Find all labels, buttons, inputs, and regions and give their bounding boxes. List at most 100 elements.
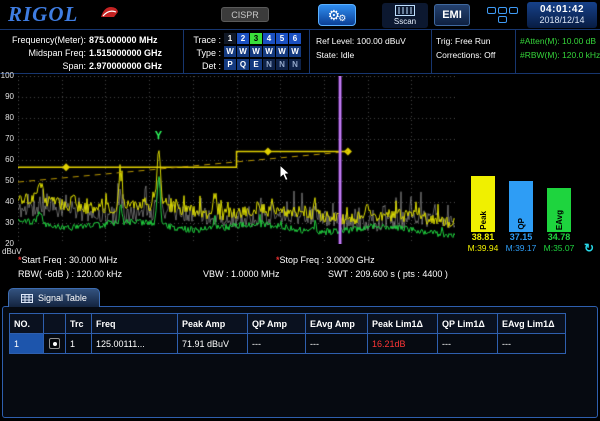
det-chips: PQENNN [224, 56, 302, 73]
meter-max-value: M:39.17 [506, 243, 537, 254]
table-icon [21, 294, 33, 303]
y-axis: 1009080706050403020 [0, 76, 16, 244]
atten-text: #Atten(M): 10.00 dB [520, 34, 600, 48]
signal-cell: 1 [66, 334, 92, 354]
rbw-readout: RBW( -6dB ) : 120.00 kHz [18, 269, 122, 279]
meter-bar-label: Peak [479, 211, 488, 230]
spectrum-display[interactable] [18, 76, 455, 244]
stop-freq-readout: *Stop Freq : 3.0000 GHz [276, 255, 375, 265]
frequency-meter-value: 875.000000 MHz [89, 35, 158, 45]
signal-cell: 125.00111... [92, 334, 178, 354]
trace-chip-n[interactable]: N [263, 59, 275, 70]
midspan-freq-row: Midspan Freq:1.515000000 GHz [0, 45, 183, 58]
signal-table-header: Peak Amp [178, 314, 248, 334]
signal-table-header: Trc [66, 314, 92, 334]
settings-button[interactable]: ⚙⚙ [318, 4, 356, 26]
midspan-freq-value: 1.515000000 GHz [89, 48, 162, 58]
signal-table-tab[interactable]: Signal Table [8, 288, 100, 307]
layout-squares-icon [498, 16, 507, 23]
trace-chip-q[interactable]: Q [237, 59, 249, 70]
layout-squares-icon [509, 7, 518, 14]
y-axis-tick: 80 [5, 114, 14, 122]
signal-table: NO. TrcFreqPeak AmpQP AmpEAvg AmpPeak Lim… [9, 313, 566, 354]
checkbox-dot [53, 342, 57, 346]
rigol-logo: RIGOL [8, 2, 78, 27]
signal-cell: 1 [10, 334, 44, 354]
signal-table-title: Signal Table [38, 293, 87, 303]
trace-chip-e[interactable]: E [250, 59, 262, 70]
ref-level-text: Ref Level: 100.00 dBuV [316, 34, 431, 48]
frequency-meter-row: Frequency(Meter):875.000000 MHz [0, 32, 183, 45]
bandwidth-status-panel: #Atten(M): 10.00 dB #RBW(M): 120.0 kHz [516, 30, 600, 73]
signal-table-header: EAvg Lim1Δ [498, 314, 566, 334]
trace-chip-p[interactable]: P [224, 59, 236, 70]
signal-cell: --- [498, 334, 566, 354]
signal-cell[interactable] [44, 334, 66, 354]
signal-cell: 16.21dB [368, 334, 438, 354]
scan-bars-icon [395, 5, 415, 16]
signal-table-header: QP Amp [248, 314, 306, 334]
level-status-panel: Ref Level: 100.00 dBuV State: Idle [310, 30, 432, 73]
meter-bar-label: EAvg [555, 210, 564, 230]
row-select-checkbox[interactable] [49, 338, 60, 349]
stop-freq-text: Stop Freq : 3.0000 GHz [280, 255, 375, 265]
meter-bars: Peak 38.81M:39.94 QP 37.15M:39.17 EAvg 34.78M… [458, 76, 586, 254]
signal-cell: --- [438, 334, 498, 354]
y-axis-tick: 70 [5, 135, 14, 143]
date-text: 2018/12/14 [527, 15, 597, 25]
layout-squares-icon [487, 7, 496, 14]
meter-value: 37.15 [510, 232, 533, 243]
trig-text: Trig: Free Run [436, 34, 515, 48]
cispr-button[interactable]: CISPR [221, 7, 269, 22]
meter-value: 38.81 [472, 232, 495, 243]
meter-column: EAvg 34.78M:35.07 [542, 76, 576, 254]
start-freq-text: Start Freq : 30.000 MHz [22, 255, 118, 265]
refresh-icon[interactable]: ↻ [584, 241, 594, 255]
rbw-m-text: #RBW(M): 120.0 kHz [520, 48, 600, 62]
emi-mode-button[interactable]: EMI [434, 4, 470, 26]
signal-cell: --- [306, 334, 368, 354]
clock-display: 04:01:42 2018/12/14 [527, 2, 597, 28]
signal-cell: --- [248, 334, 306, 354]
y-axis-tick: 50 [5, 177, 14, 185]
y-axis-tick: 40 [5, 198, 14, 206]
time-text: 04:01:42 [527, 4, 597, 15]
det-label: Det : [184, 60, 221, 73]
signal-table-header: Freq [92, 314, 178, 334]
meter-column: QP 37.15M:39.17 [504, 76, 538, 254]
signal-table-header: Peak Lim1Δ [368, 314, 438, 334]
window-layout-button[interactable] [486, 5, 518, 25]
sscan-button[interactable]: Sscan [382, 3, 428, 28]
trace-chip-n[interactable]: N [289, 59, 301, 70]
meter-bar: Peak [471, 176, 495, 232]
mouse-cursor [279, 164, 291, 182]
meter-bar: EAvg [547, 188, 571, 232]
layout-squares-icon [498, 7, 507, 14]
y-axis-tick: 90 [5, 93, 14, 101]
signal-table-header: NO. [10, 314, 44, 334]
meter-value: 34.78 [548, 232, 571, 243]
start-freq-readout: *Start Freq : 30.000 MHz [18, 255, 118, 265]
span-value: 2.970000000 GHz [89, 61, 162, 71]
y-axis-tick: 30 [5, 219, 14, 227]
span-row: Span:2.970000000 GHz [0, 58, 183, 71]
meter-column: Peak 38.81M:39.94 [466, 76, 500, 254]
meter-max-value: M:35.07 [544, 243, 575, 254]
signal-table-header [44, 314, 66, 334]
trace-chip-n[interactable]: N [276, 59, 288, 70]
y-axis-tick: 60 [5, 156, 14, 164]
corrections-text: Corrections: Off [436, 48, 515, 62]
meter-max-value: M:39.94 [468, 243, 499, 254]
signal-table-header-row: NO. TrcFreqPeak AmpQP AmpEAvg AmpPeak Lim… [10, 314, 566, 334]
frequency-panel: Frequency(Meter):875.000000 MHz Midspan … [0, 30, 184, 73]
signal-table-header: QP Lim1Δ [438, 314, 498, 334]
y-axis-tick: 100 [1, 72, 14, 80]
swt-readout: SWT : 209.600 s ( pts : 4400 ) [328, 269, 448, 279]
state-text: State: Idle [316, 48, 431, 62]
signal-table-row[interactable]: 11125.00111...71.91 dBuV------16.21dB---… [10, 334, 566, 354]
gear-small-icon: ⚙ [338, 14, 346, 23]
signal-table-header: EAvg Amp [306, 314, 368, 334]
analyzer-screen: RIGOL CISPR ⚙⚙ Sscan EMI 04:01:42 2018/1… [0, 0, 600, 421]
meter-bar-label: QP [517, 218, 526, 230]
det-row: Det :PQENNN [184, 58, 309, 71]
